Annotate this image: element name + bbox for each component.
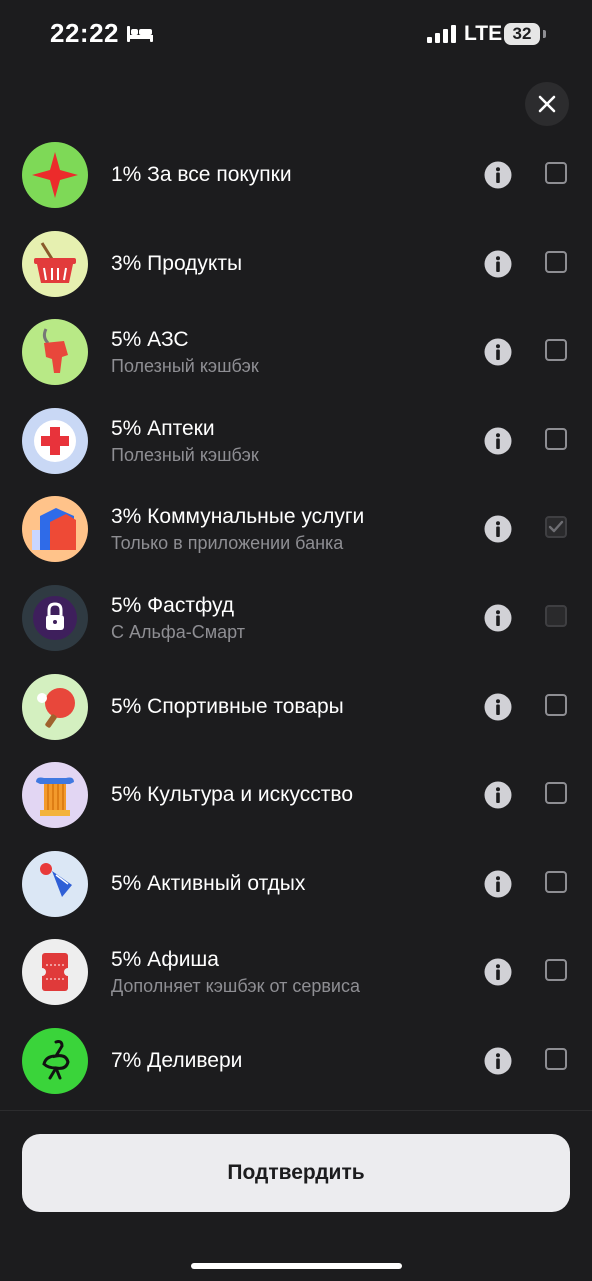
column-icon xyxy=(22,762,88,829)
battery-tip xyxy=(543,30,546,38)
category-checkbox[interactable] xyxy=(545,693,567,716)
category-checkbox[interactable] xyxy=(545,427,567,450)
category-text: 5% Афиша Дополняет кэшбэк от сервиса xyxy=(111,928,471,1016)
category-text: 5% АЗС Полезный кэшбэк xyxy=(111,308,471,396)
category-title: 5% Культура и искусство xyxy=(111,783,354,807)
category-row[interactable]: 5% Фастфуд С Альфа-Смарт xyxy=(0,574,592,663)
category-title: 5% Фастфуд xyxy=(111,593,235,617)
medical-cross-icon xyxy=(22,407,88,474)
bottom-panel: Подтвердить xyxy=(0,1110,592,1281)
category-title: 1% За все покупки xyxy=(111,163,292,186)
category-row[interactable]: 7% Деливери xyxy=(0,1017,592,1106)
category-checkbox[interactable] xyxy=(545,339,567,362)
category-checkbox xyxy=(545,604,567,627)
info-icon[interactable] xyxy=(484,427,512,455)
shuttlecock-icon xyxy=(22,850,88,917)
category-row[interactable]: 5% Спортивные товары xyxy=(0,663,592,752)
close-icon xyxy=(538,95,556,113)
category-checkbox[interactable] xyxy=(545,162,567,184)
network-type: LTE xyxy=(464,22,503,45)
ticket-icon xyxy=(22,939,88,1006)
category-text: 1% За все покупки xyxy=(111,131,471,219)
category-subtitle: Только в приложении банка xyxy=(111,533,344,554)
category-subtitle: Полезный кэшбэк xyxy=(111,356,259,377)
ping-pong-icon xyxy=(22,673,88,740)
confirm-button[interactable]: Подтвердить xyxy=(22,1134,570,1212)
category-text: 5% Фастфуд С Альфа-Смарт xyxy=(111,574,471,662)
info-icon[interactable] xyxy=(484,604,512,632)
category-title: 5% Спортивные товары xyxy=(111,694,344,718)
ostrich-icon xyxy=(22,1027,88,1094)
info-icon[interactable] xyxy=(484,781,512,809)
category-row[interactable]: 1% За все покупки xyxy=(0,131,592,220)
category-text: 5% Культура и искусство xyxy=(111,751,471,839)
cellular-signal-icon xyxy=(427,25,456,43)
bed-icon xyxy=(127,26,153,42)
info-icon[interactable] xyxy=(484,693,512,721)
category-text: 5% Спортивные товары xyxy=(111,663,471,751)
category-title: 7% Деливери xyxy=(111,1048,243,1072)
category-list: 1% За все покупки 3% Продукты 5% АЗС Полезн… xyxy=(0,131,592,1106)
category-title: 3% Продукты xyxy=(111,251,243,275)
category-checkbox[interactable] xyxy=(545,250,567,273)
category-text: 3% Коммунальные услуги Только в приложени… xyxy=(111,485,471,573)
lock-icon xyxy=(22,584,88,651)
house-icon xyxy=(22,496,88,563)
category-row[interactable]: 5% АЗС Полезный кэшбэк xyxy=(0,308,592,397)
star-icon xyxy=(22,142,88,208)
home-indicator[interactable] xyxy=(191,1263,402,1269)
category-row[interactable]: 5% Культура и искусство xyxy=(0,751,592,840)
info-icon[interactable] xyxy=(484,338,512,366)
close-button[interactable] xyxy=(525,82,569,126)
category-title: 5% Афиша xyxy=(111,948,219,972)
checkmark-icon xyxy=(548,521,564,533)
fuel-nozzle-icon xyxy=(22,319,88,386)
category-text: 3% Продукты xyxy=(111,220,471,308)
category-row[interactable]: 5% Афиша Дополняет кэшбэк от сервиса xyxy=(0,928,592,1017)
category-title: 3% Коммунальные услуги xyxy=(111,505,365,529)
category-subtitle: Дополняет кэшбэк от сервиса xyxy=(111,976,360,997)
category-subtitle: Полезный кэшбэк xyxy=(111,444,259,465)
info-icon[interactable] xyxy=(484,161,512,189)
info-icon[interactable] xyxy=(484,250,512,278)
category-row[interactable]: 3% Коммунальные услуги Только в приложени… xyxy=(0,485,592,574)
category-row[interactable]: 5% Аптеки Полезный кэшбэк xyxy=(0,397,592,486)
basket-icon xyxy=(22,230,88,297)
category-text: 5% Активный отдых xyxy=(111,840,471,928)
info-icon[interactable] xyxy=(484,515,512,543)
category-checkbox[interactable] xyxy=(545,1047,567,1070)
category-text: 7% Деливери xyxy=(111,1017,471,1105)
category-checkbox[interactable] xyxy=(545,870,567,893)
category-title: 5% Аптеки xyxy=(111,416,215,440)
status-bar: 22:22 LTE 32 xyxy=(0,0,592,72)
category-checkbox[interactable] xyxy=(545,782,567,805)
category-title: 5% Активный отдых xyxy=(111,871,306,895)
info-icon[interactable] xyxy=(484,958,512,986)
category-subtitle: С Альфа-Смарт xyxy=(111,621,245,642)
battery-icon: 32 xyxy=(504,23,540,45)
category-row[interactable]: 3% Продукты xyxy=(0,220,592,309)
status-time: 22:22 xyxy=(50,18,119,48)
info-icon[interactable] xyxy=(484,1047,512,1075)
info-icon[interactable] xyxy=(484,870,512,898)
category-checkbox xyxy=(545,516,567,539)
category-text: 5% Аптеки Полезный кэшбэк xyxy=(111,397,471,485)
category-row[interactable]: 5% Активный отдых xyxy=(0,840,592,929)
category-checkbox[interactable] xyxy=(545,959,567,982)
category-title: 5% АЗС xyxy=(111,328,189,352)
